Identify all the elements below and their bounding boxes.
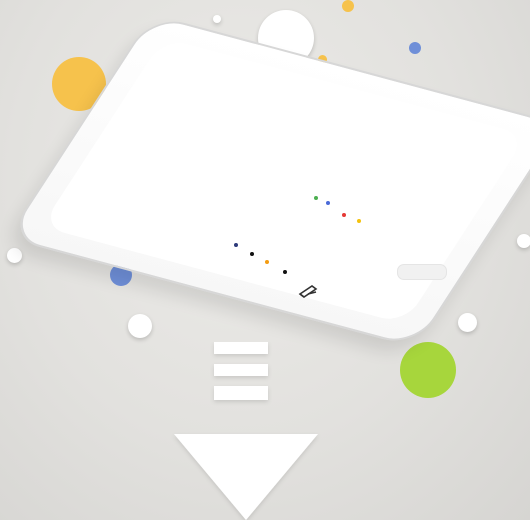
decorative-white-bubble bbox=[7, 248, 22, 263]
assistant-dot-green bbox=[314, 196, 318, 200]
home-pill bbox=[397, 264, 447, 280]
assistant-dot-red bbox=[342, 213, 346, 217]
decorative-white-bubble bbox=[458, 313, 477, 332]
decorative-white-bubble bbox=[517, 234, 530, 248]
assistant-dot-blue bbox=[326, 201, 330, 205]
assistant-dot-yellow bbox=[357, 219, 361, 223]
pen-icon bbox=[298, 285, 318, 298]
assistant-dot-black bbox=[283, 270, 287, 274]
decorative-green-bubble bbox=[400, 342, 456, 398]
download-arrow-icon bbox=[166, 342, 326, 520]
assistant-dot-orange bbox=[265, 260, 269, 264]
assistant-dot-dark bbox=[250, 252, 254, 256]
assistant-dot-navy bbox=[234, 243, 238, 247]
decorative-white-bubble bbox=[213, 15, 221, 23]
decorative-blue-bubble bbox=[409, 42, 421, 54]
scene bbox=[0, 0, 530, 520]
decorative-white-bubble bbox=[128, 314, 152, 338]
decorative-yellow-bubble bbox=[342, 0, 354, 12]
